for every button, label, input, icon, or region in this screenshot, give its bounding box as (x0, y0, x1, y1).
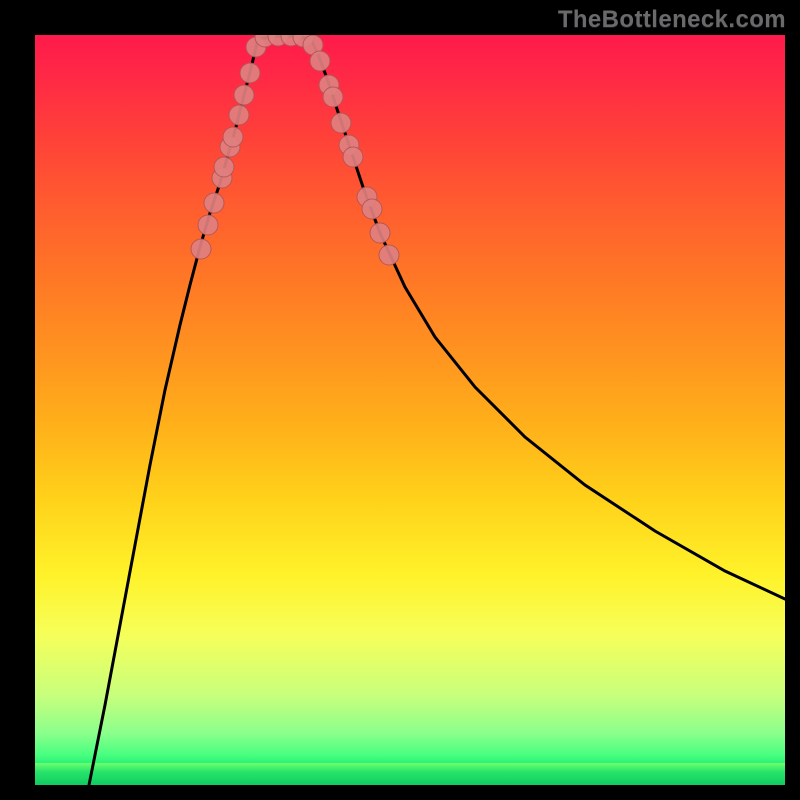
watermark-label: TheBottleneck.com (558, 6, 786, 34)
data-marker (204, 193, 224, 213)
data-marker (362, 199, 382, 219)
data-marker (198, 215, 218, 235)
data-marker (323, 87, 343, 107)
data-marker (223, 127, 243, 147)
plot-area (35, 35, 785, 785)
data-marker (343, 147, 363, 167)
data-marker (331, 113, 351, 133)
chart-stage: TheBottleneck.com (0, 0, 800, 800)
data-marker (379, 245, 399, 265)
data-marker (310, 51, 330, 71)
data-marker (370, 223, 390, 243)
data-marker (191, 239, 211, 259)
chart-svg (35, 35, 785, 785)
data-marker (214, 157, 234, 177)
curve-group (89, 36, 785, 785)
right-curve-path (311, 39, 785, 599)
data-marker (234, 85, 254, 105)
markers-group (191, 35, 399, 265)
data-marker (240, 63, 260, 83)
data-marker (229, 105, 249, 125)
